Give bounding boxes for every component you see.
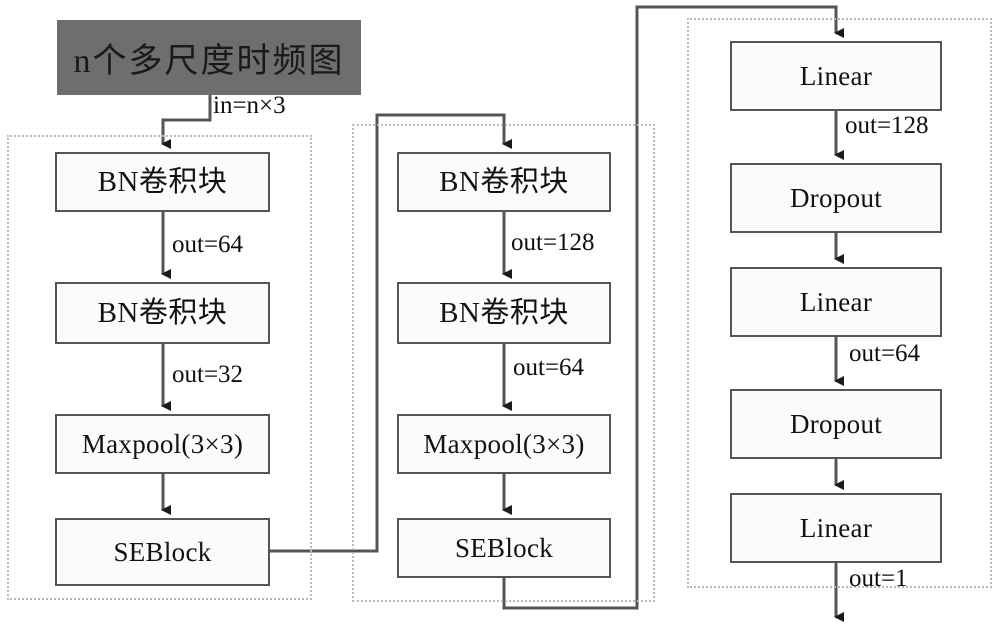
node-s2-bnconv-2[interactable]: BN卷积块 bbox=[397, 282, 611, 344]
edge-label-fc2-out: out=64 bbox=[849, 340, 921, 367]
input-title-block: n个多尺度时频图 bbox=[57, 20, 361, 95]
node-label: SEBlock bbox=[454, 532, 554, 563]
node-label: BN卷积块 bbox=[97, 165, 228, 198]
node-label: Maxpool(3×3) bbox=[81, 428, 244, 459]
edge-label-s1-bn1-out: out=64 bbox=[172, 231, 244, 258]
node-s1-bnconv-2[interactable]: BN卷积块 bbox=[55, 282, 270, 344]
node-label: BN卷积块 bbox=[439, 296, 569, 329]
node-s1-bnconv-1[interactable]: BN卷积块 bbox=[55, 152, 270, 212]
node-fc-linear-1[interactable]: Linear bbox=[730, 41, 942, 111]
node-label: BN卷积块 bbox=[439, 165, 569, 198]
edge-label-fc1-out: out=128 bbox=[845, 112, 929, 139]
node-label: SEBlock bbox=[113, 536, 212, 567]
node-fc-linear-2[interactable]: Linear bbox=[730, 267, 942, 337]
network-architecture-diagram: n个多尺度时频图 BN卷积块 BN卷积块 Maxpool(3×3) SEBloc… bbox=[0, 0, 1000, 625]
node-label: Dropout bbox=[789, 408, 883, 439]
node-label: Linear bbox=[799, 286, 873, 317]
node-label: Maxpool(3×3) bbox=[423, 428, 585, 459]
input-title-label: n个多尺度时频图 bbox=[73, 43, 345, 80]
node-s2-bnconv-1[interactable]: BN卷积块 bbox=[397, 152, 611, 212]
node-fc-linear-3[interactable]: Linear bbox=[730, 493, 942, 563]
node-fc-dropout-1[interactable]: Dropout bbox=[730, 163, 942, 233]
edge-label-fc3-out: out=1 bbox=[849, 565, 908, 592]
node-fc-dropout-2[interactable]: Dropout bbox=[730, 389, 942, 459]
node-s1-maxpool[interactable]: Maxpool(3×3) bbox=[55, 414, 270, 474]
edge-label-s2-bn2-out: out=64 bbox=[513, 354, 585, 381]
node-label: Linear bbox=[799, 60, 873, 91]
node-s2-maxpool[interactable]: Maxpool(3×3) bbox=[397, 414, 611, 474]
edge-label-input: in=n×3 bbox=[213, 92, 286, 119]
node-label: Dropout bbox=[789, 182, 883, 213]
edge-label-s2-bn1-out: out=128 bbox=[511, 229, 595, 256]
node-s1-seblock[interactable]: SEBlock bbox=[55, 518, 270, 586]
edge-label-s1-bn2-out: out=32 bbox=[172, 361, 244, 388]
node-label: Linear bbox=[799, 512, 873, 543]
node-label: BN卷积块 bbox=[97, 296, 228, 329]
node-s2-seblock[interactable]: SEBlock bbox=[397, 518, 611, 578]
